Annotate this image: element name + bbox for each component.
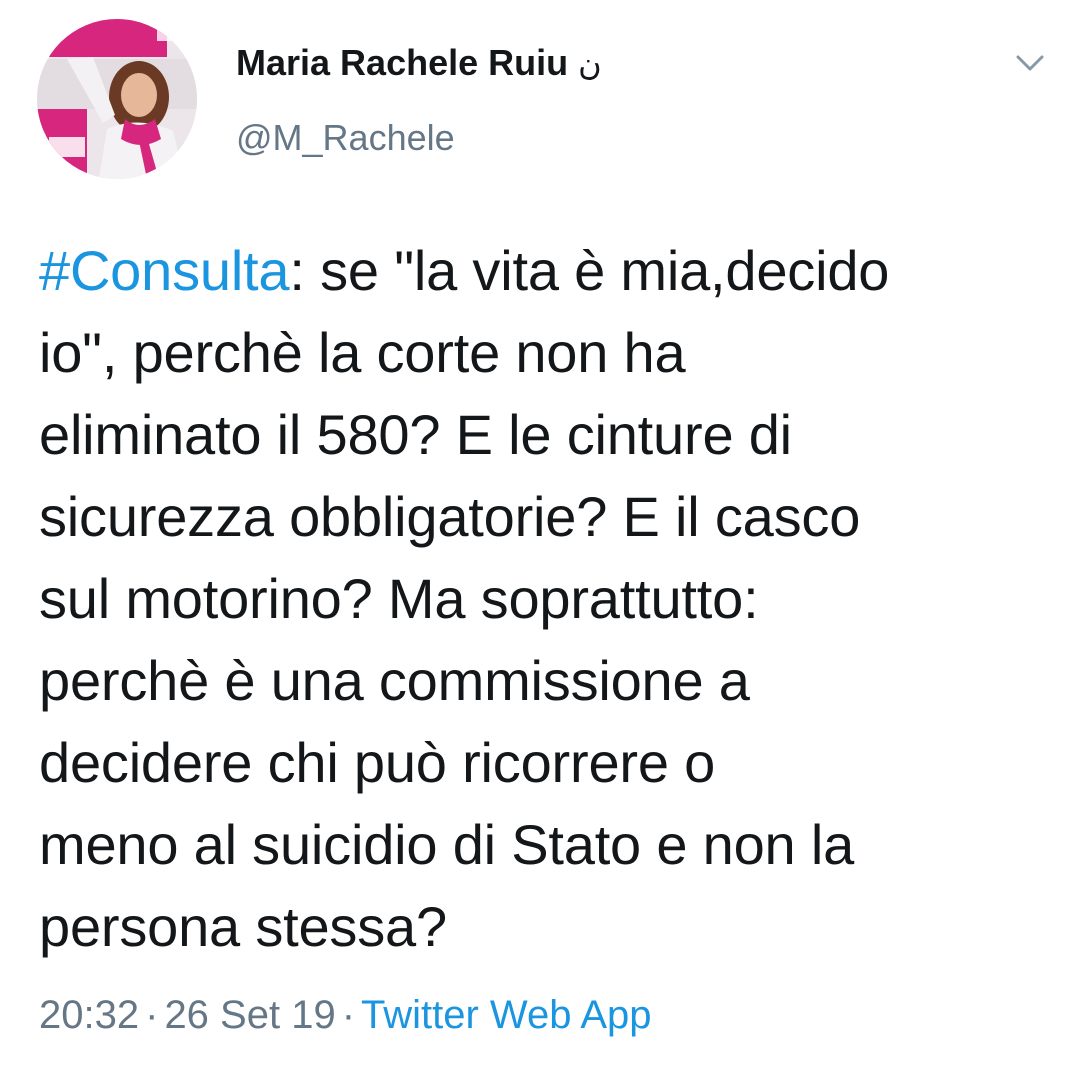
tweet-time[interactable]: 20:32 <box>39 993 139 1037</box>
tweet-text-line: perchè è una commissione a <box>39 649 750 712</box>
tweet-text: #Consulta: se "la vita è mia,decido io",… <box>39 230 1049 968</box>
author-name-symbol: ن <box>578 45 602 83</box>
author-handle[interactable]: @M_Rachele <box>236 117 455 159</box>
meta-separator: · <box>341 993 356 1037</box>
author-name-text[interactable]: Maria Rachele Ruiu <box>236 42 568 83</box>
tweet-meta: 20:32 · 26 Set 19 · Twitter Web App <box>39 993 652 1038</box>
tweet-text-line: eliminato il 580? E le cinture di <box>39 403 792 466</box>
meta-separator: · <box>145 993 159 1037</box>
tweet-text-line: io", perchè la corte non ha <box>39 321 686 384</box>
hashtag-link[interactable]: #Consulta <box>39 239 290 302</box>
tweet-text-line: persona stessa? <box>39 895 447 958</box>
tweet-text-segment: : se "la vita è mia,decido <box>289 239 890 302</box>
tweet-text-line: #Consulta: se "la vita è mia,decido <box>39 230 1049 312</box>
tweet-text-line: sicurezza obbligatorie? E il casco <box>39 485 861 548</box>
avatar[interactable] <box>37 19 197 179</box>
tweet-text-line: decidere chi può ricorrere o <box>39 731 716 794</box>
tweet-text-line: sul motorino? Ma soprattutto: <box>39 567 759 630</box>
tweet-source-link[interactable]: Twitter Web App <box>361 993 652 1037</box>
tweet-date[interactable]: 26 Set 19 <box>164 993 335 1037</box>
author-display-name[interactable]: Maria Rachele Ruiu ن <box>236 42 602 84</box>
tweet-text-line: meno al suicidio di Stato e non la <box>39 813 855 876</box>
chevron-down-icon[interactable] <box>1010 48 1050 78</box>
avatar-image <box>37 19 197 179</box>
